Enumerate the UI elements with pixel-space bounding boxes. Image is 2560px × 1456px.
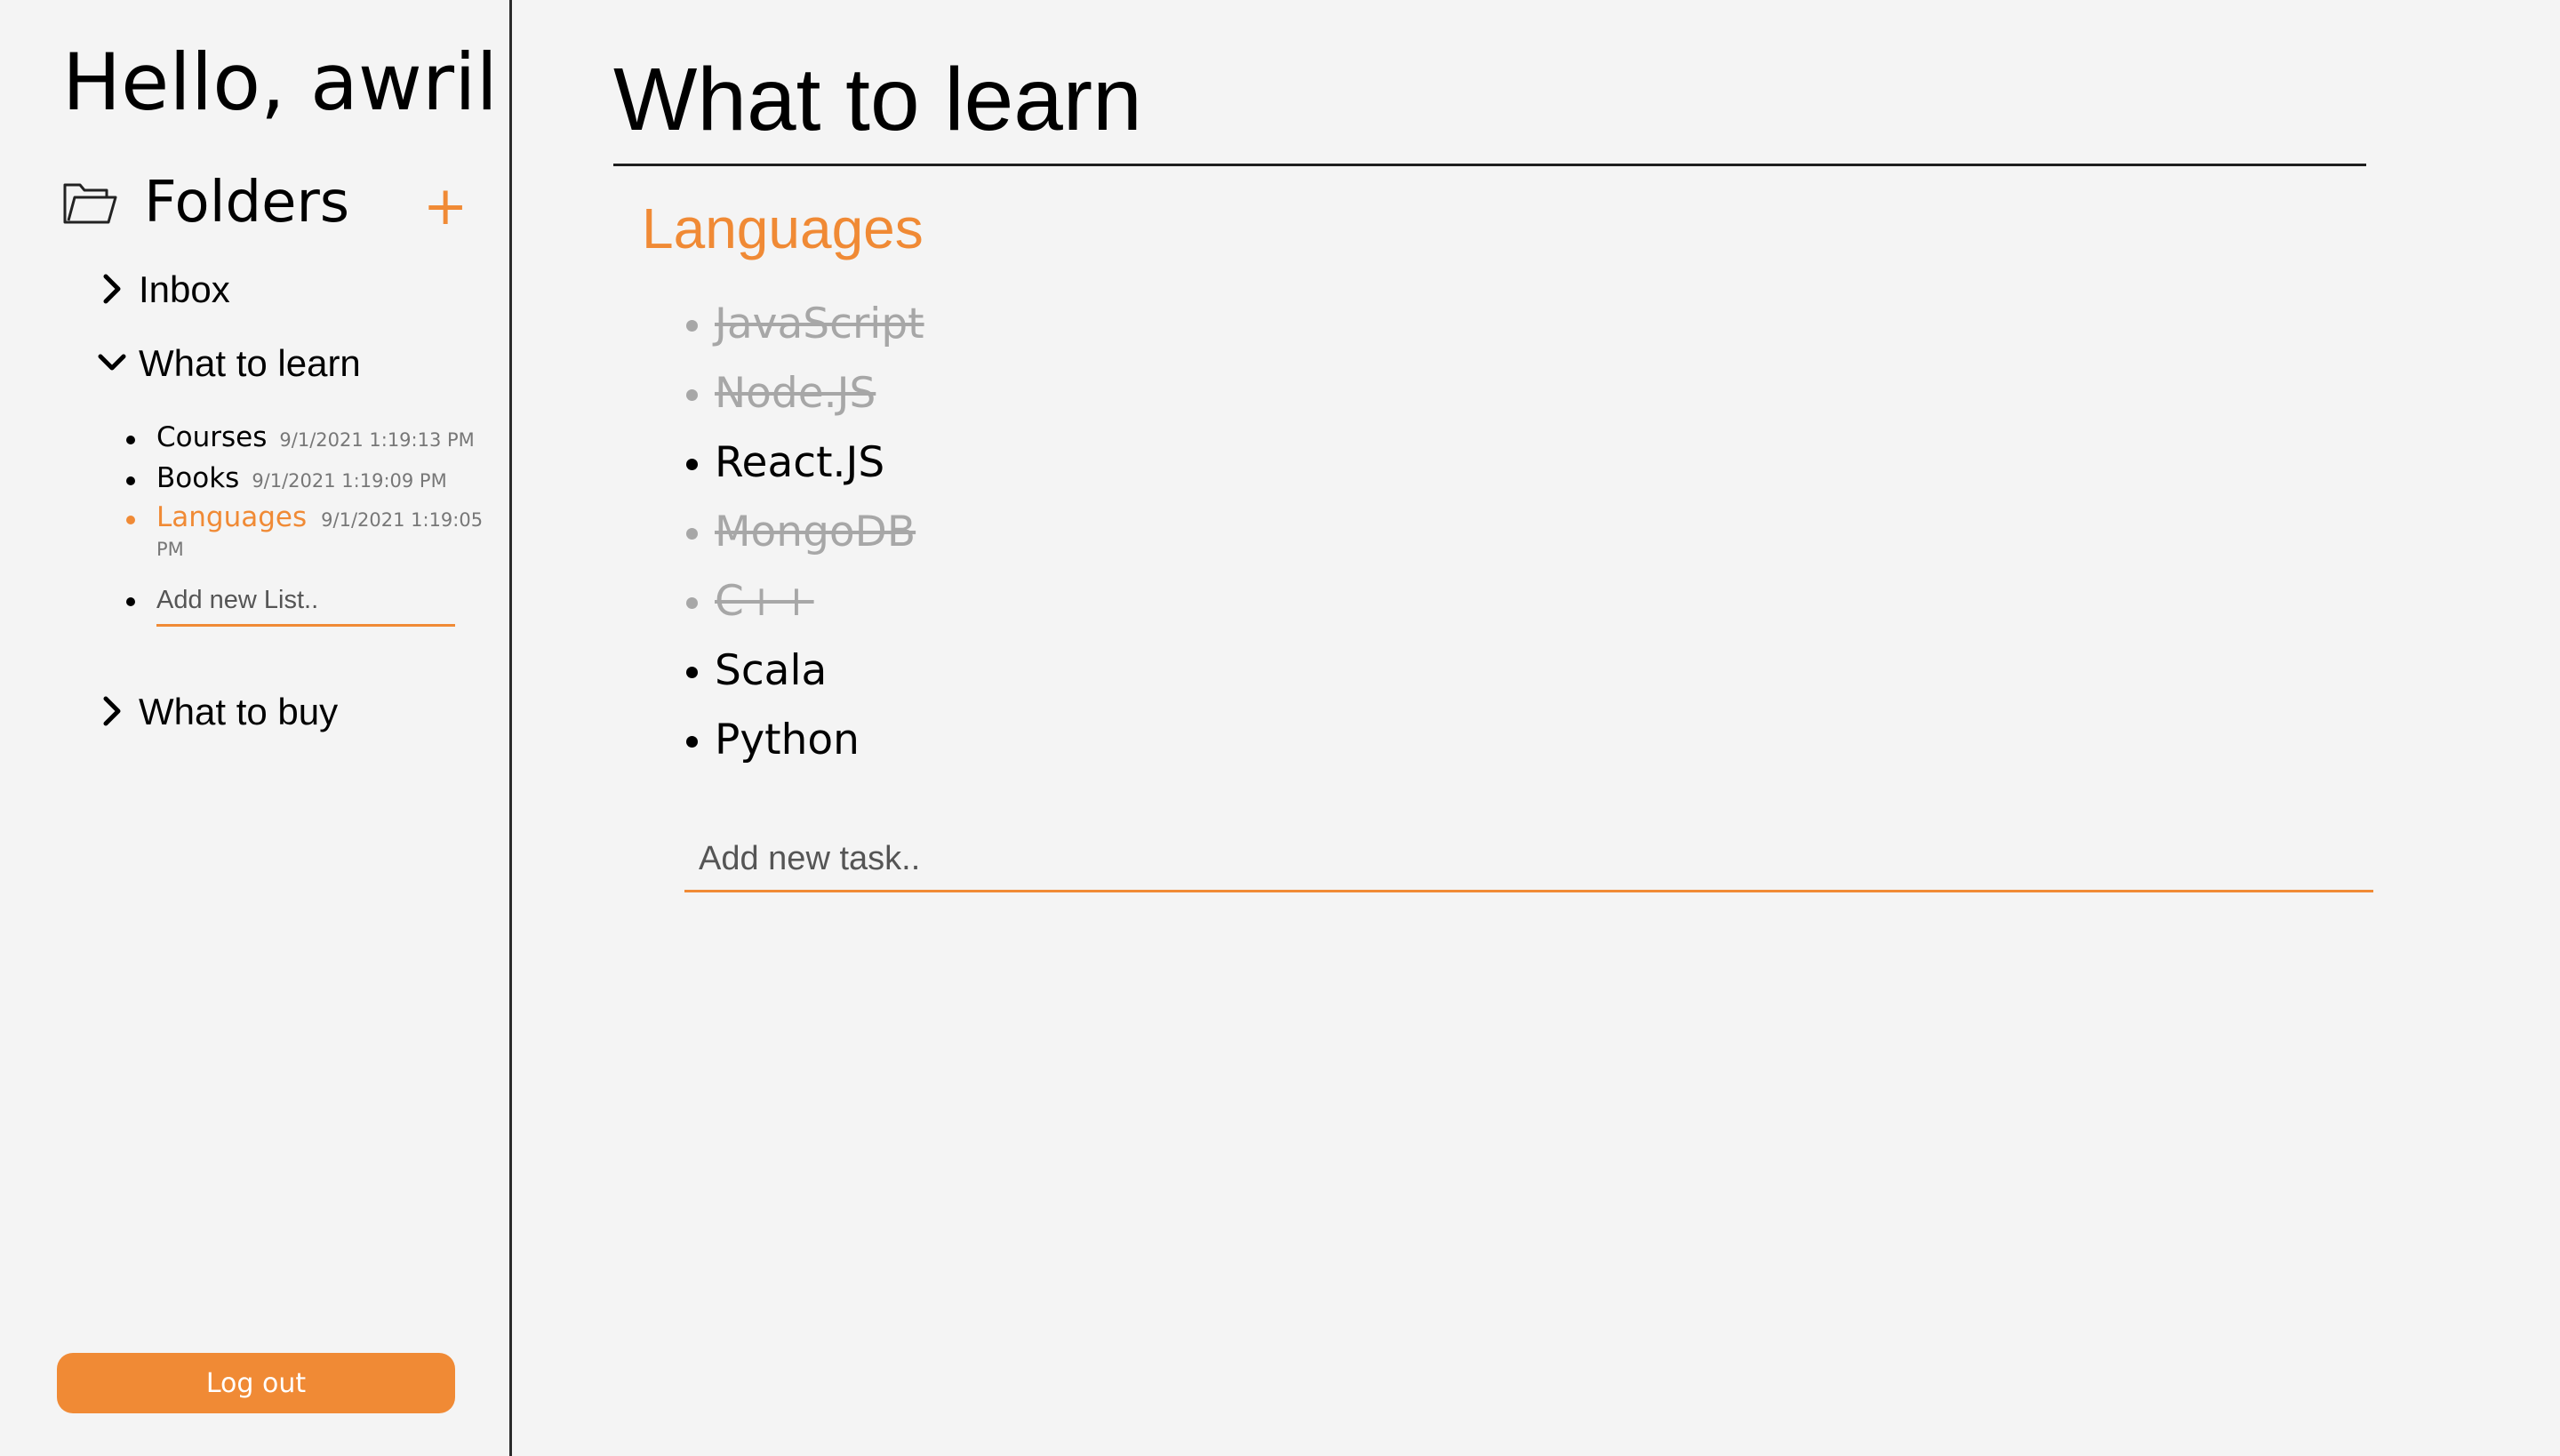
task-item[interactable]: Node.JS: [684, 359, 876, 428]
folder-label: Inbox: [139, 268, 230, 310]
folder-what-to-learn[interactable]: What to learn: [96, 339, 361, 388]
list-date: 9/1/2021 1:19:09 PM: [252, 470, 447, 492]
list-item-languages[interactable]: Languages 9/1/2021 1:19:05 PM: [124, 498, 494, 562]
task-item[interactable]: MongoDB: [684, 498, 916, 567]
folder-inbox[interactable]: Inbox: [96, 265, 230, 315]
todo-app: Hello, awril Folders + Inbox What to lea…: [0, 0, 2560, 1456]
add-task-input[interactable]: [684, 828, 2373, 892]
list-name: Languages: [156, 501, 308, 533]
folder-label: What to buy: [139, 691, 339, 732]
folder-label: What to learn: [139, 342, 361, 384]
list-item-courses[interactable]: Courses 9/1/2021 1:19:13 PM: [124, 418, 494, 457]
page-title: What to learn: [613, 50, 1142, 149]
chevron-right-icon: [103, 274, 121, 304]
list-name: Courses: [156, 421, 268, 453]
folders-title: Folders: [144, 170, 350, 236]
add-folder-button[interactable]: +: [423, 172, 468, 240]
folders-header: Folders +: [62, 160, 468, 249]
greeting: Hello, awril: [62, 36, 498, 128]
chevron-right-icon: [103, 696, 121, 726]
list-name: Books: [156, 462, 240, 494]
task-item[interactable]: Python: [684, 706, 860, 775]
add-list-input[interactable]: [156, 576, 455, 627]
sidebar: Hello, awril Folders + Inbox What to lea…: [0, 0, 512, 1456]
title-divider: [613, 164, 2366, 166]
list-title: Languages: [642, 196, 924, 260]
folder-what-to-buy[interactable]: What to buy: [96, 687, 338, 737]
list-date: 9/1/2021 1:19:13 PM: [279, 429, 475, 451]
chevron-down-icon: [98, 354, 126, 371]
folder-open-icon: [63, 183, 117, 224]
task-item[interactable]: C++: [684, 567, 814, 636]
logout-button[interactable]: Log out: [57, 1353, 455, 1413]
list-item-books[interactable]: Books 9/1/2021 1:19:09 PM: [124, 459, 494, 498]
task-item[interactable]: JavaScript: [684, 290, 924, 359]
task-item[interactable]: Scala: [684, 636, 827, 706]
task-item[interactable]: React.JS: [684, 428, 884, 498]
